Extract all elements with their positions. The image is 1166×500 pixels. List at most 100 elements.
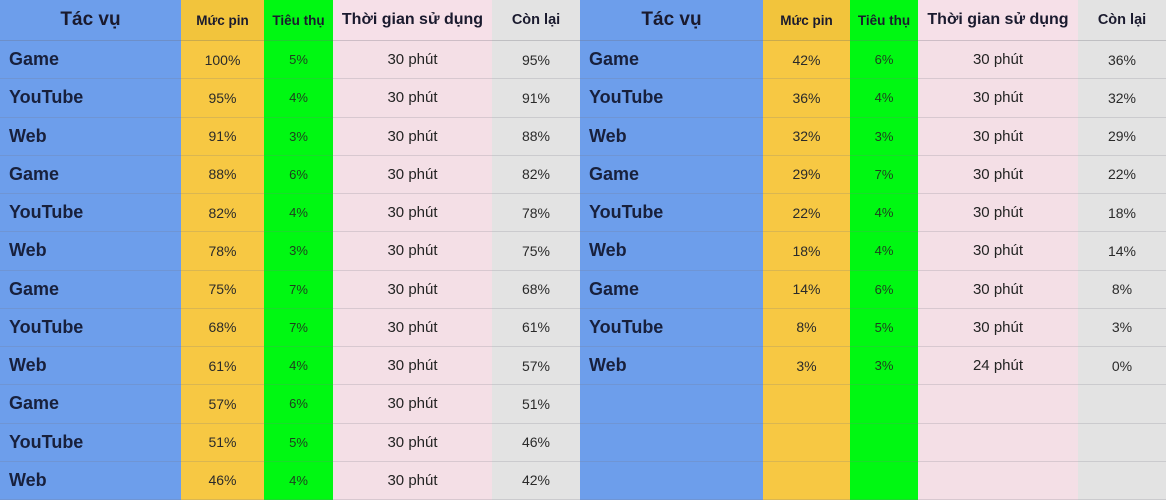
cell-consumption: 5% — [264, 41, 333, 80]
cell-task: Game — [0, 385, 181, 424]
cell-consumption — [850, 423, 918, 462]
cell-battery-level: 68% — [181, 308, 264, 347]
cell-task: YouTube — [0, 308, 181, 347]
cell-usage-time: 30 phút — [918, 308, 1078, 347]
cell-task: YouTube — [0, 194, 181, 233]
cell-battery-level: 91% — [181, 117, 264, 156]
table-row: YouTube 36% 4% 30 phút 32% — [580, 79, 1166, 118]
cell-battery-level: 14% — [763, 270, 850, 309]
cell-consumption: 3% — [850, 347, 918, 386]
cell-usage-time: 30 phút — [333, 194, 492, 233]
cell-remaining: 8% — [1078, 270, 1166, 309]
cell-consumption: 7% — [850, 155, 918, 194]
column-header-task: Tác vụ — [0, 0, 181, 41]
cell-usage-time: 30 phút — [333, 79, 492, 118]
column-header-battery-level: Mức pin — [763, 0, 850, 41]
cell-battery-level: 22% — [763, 194, 850, 233]
cell-task: Web — [0, 461, 181, 500]
table-row: Game 75% 7% 30 phút 68% — [0, 270, 580, 309]
cell-consumption: 3% — [850, 117, 918, 156]
table-row: Web 91% 3% 30 phút 88% — [0, 117, 580, 156]
cell-usage-time — [918, 461, 1078, 500]
table-row-empty — [580, 423, 1166, 462]
cell-remaining: 46% — [492, 423, 580, 462]
battery-usage-sheet: Tác vụ Mức pin Tiêu thụ Thời gian sử dụng Cò… — [0, 0, 1166, 500]
cell-usage-time: 30 phút — [333, 308, 492, 347]
cell-consumption: 7% — [264, 308, 333, 347]
cell-usage-time: 30 phút — [333, 117, 492, 156]
cell-usage-time: 30 phút — [333, 385, 492, 424]
cell-consumption: 5% — [264, 423, 333, 462]
cell-usage-time — [918, 385, 1078, 424]
table-row: YouTube 8% 5% 30 phút 3% — [580, 308, 1166, 347]
cell-battery-level: 78% — [181, 232, 264, 271]
cell-task: Web — [0, 232, 181, 271]
cell-remaining: 14% — [1078, 232, 1166, 271]
cell-remaining: 75% — [492, 232, 580, 271]
cell-task: Game — [0, 270, 181, 309]
table-row: Game 29% 7% 30 phút 22% — [580, 155, 1166, 194]
table-row: Web 46% 4% 30 phút 42% — [0, 461, 580, 500]
table-row: YouTube 82% 4% 30 phút 78% — [0, 194, 580, 233]
cell-battery-level: 46% — [181, 461, 264, 500]
table-row: Web 18% 4% 30 phút 14% — [580, 232, 1166, 271]
table-row: Web 3% 3% 24 phút 0% — [580, 347, 1166, 386]
cell-battery-level — [763, 385, 850, 424]
cell-task: Game — [0, 41, 181, 80]
cell-consumption: 4% — [264, 461, 333, 500]
cell-usage-time: 30 phút — [918, 155, 1078, 194]
cell-usage-time: 30 phút — [918, 117, 1078, 156]
column-header-task: Tác vụ — [580, 0, 763, 41]
cell-consumption: 6% — [264, 155, 333, 194]
cell-remaining: 61% — [492, 308, 580, 347]
cell-battery-level: 82% — [181, 194, 264, 233]
cell-task: YouTube — [0, 423, 181, 462]
cell-remaining: 42% — [492, 461, 580, 500]
table-row: YouTube 95% 4% 30 phút 91% — [0, 79, 580, 118]
cell-usage-time: 30 phút — [333, 155, 492, 194]
cell-remaining — [1078, 385, 1166, 424]
cell-consumption — [850, 461, 918, 500]
cell-usage-time: 30 phút — [918, 194, 1078, 233]
cell-task: YouTube — [0, 79, 181, 118]
cell-battery-level: 29% — [763, 155, 850, 194]
cell-battery-level: 95% — [181, 79, 264, 118]
cell-consumption: 6% — [850, 270, 918, 309]
cell-consumption: 4% — [264, 347, 333, 386]
cell-battery-level: 42% — [763, 41, 850, 80]
cell-task: Game — [580, 41, 763, 80]
column-header-usage-time: Thời gian sử dụng — [333, 0, 492, 41]
cell-battery-level: 88% — [181, 155, 264, 194]
cell-consumption: 6% — [850, 41, 918, 80]
table-row: Game 100% 5% 30 phút 95% — [0, 41, 580, 80]
cell-remaining: 18% — [1078, 194, 1166, 233]
cell-remaining: 22% — [1078, 155, 1166, 194]
cell-battery-level: 8% — [763, 308, 850, 347]
cell-remaining: 88% — [492, 117, 580, 156]
cell-task: Game — [580, 155, 763, 194]
cell-consumption: 4% — [850, 232, 918, 271]
table-row: Game 42% 6% 30 phút 36% — [580, 41, 1166, 80]
table-row: Game 14% 6% 30 phút 8% — [580, 270, 1166, 309]
cell-remaining: 68% — [492, 270, 580, 309]
cell-usage-time: 30 phút — [333, 461, 492, 500]
cell-task: Game — [0, 155, 181, 194]
cell-usage-time: 30 phút — [333, 423, 492, 462]
cell-remaining: 51% — [492, 385, 580, 424]
cell-consumption: 4% — [850, 194, 918, 233]
table-row: Web 61% 4% 30 phút 57% — [0, 347, 580, 386]
column-header-consumption: Tiêu thụ — [850, 0, 918, 41]
cell-usage-time — [918, 423, 1078, 462]
cell-battery-level: 18% — [763, 232, 850, 271]
cell-battery-level: 57% — [181, 385, 264, 424]
cell-consumption: 4% — [264, 79, 333, 118]
column-header-battery-level: Mức pin — [181, 0, 264, 41]
right-battery-table: Tác vụ Mức pin Tiêu thụ Thời gian sử dụng Cò… — [580, 0, 1166, 500]
cell-task — [580, 461, 763, 500]
cell-battery-level: 36% — [763, 79, 850, 118]
table-row: YouTube 68% 7% 30 phút 61% — [0, 308, 580, 347]
table-row-empty — [580, 461, 1166, 500]
cell-consumption: 4% — [850, 79, 918, 118]
cell-task: Web — [580, 232, 763, 271]
cell-consumption: 6% — [264, 385, 333, 424]
